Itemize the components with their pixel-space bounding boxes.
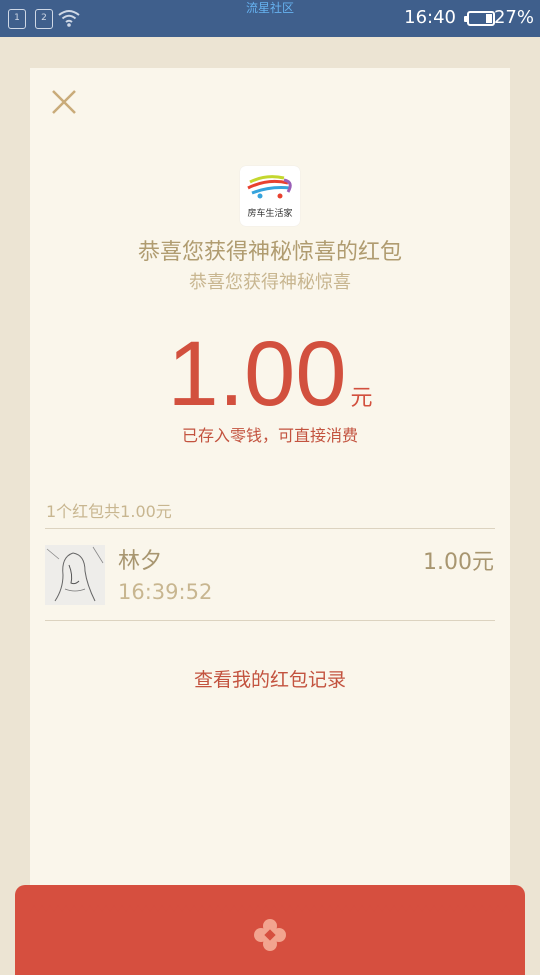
flower-emblem-icon: [254, 919, 286, 951]
card-title: 恭喜您获得神秘惊喜的红包: [137, 240, 402, 265]
rv-logo-icon: [247, 175, 292, 199]
battery-icon: [464, 11, 495, 26]
status-bar: 1 2 流星社区 16:40 27%: [0, 0, 540, 37]
saved-to-wallet-text: 已存入零钱，可直接消费: [181, 426, 358, 445]
avatar-sketch-icon: [45, 545, 105, 605]
avatar: [45, 545, 105, 605]
packet-summary: 1个红包共1.00元: [46, 502, 172, 521]
red-packet-card: 房车生活家 恭喜您获得神秘惊喜的红包 恭喜您获得神秘惊喜 1.00 元 已存入零钱…: [30, 68, 510, 910]
amount-display: 1.00 元: [30, 324, 510, 424]
battery-level-fill: [486, 14, 492, 23]
amount-unit: 元: [350, 386, 373, 411]
record-time: 16:39:52: [118, 580, 213, 604]
carrier-name: 流星社区: [245, 1, 294, 15]
logo-text: 房车生活家: [247, 209, 293, 219]
view-records-link[interactable]: 查看我的红包记录: [30, 665, 510, 692]
card-subtitle: 恭喜您获得神秘惊喜: [189, 272, 351, 293]
battery-percentage: 27%: [493, 7, 534, 28]
record-name: 林夕: [118, 549, 163, 574]
divider: [45, 620, 495, 621]
zigzag-edge: [30, 905, 510, 912]
status-time: 16:40: [404, 7, 456, 28]
sender-logo: 房车生活家: [240, 166, 300, 226]
amount-value: 1.00: [167, 323, 347, 425]
divider: [45, 528, 495, 529]
record-amount: 1.00元: [423, 550, 494, 575]
close-icon[interactable]: [50, 88, 78, 116]
